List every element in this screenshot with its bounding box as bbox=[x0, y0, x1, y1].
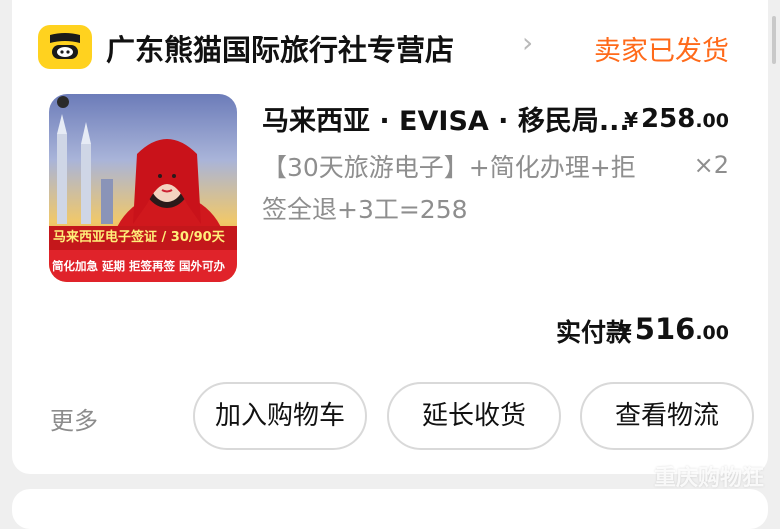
add-to-cart-button[interactable]: 加入购物车 bbox=[193, 382, 367, 450]
chevron-right-icon[interactable]: › bbox=[522, 26, 533, 59]
view-logistics-button[interactable]: 查看物流 bbox=[580, 382, 754, 450]
more-button[interactable]: 更多 bbox=[50, 401, 98, 436]
total-decimal: .00 bbox=[695, 322, 729, 344]
shop-name[interactable]: 广东熊猫国际旅行社专营店 bbox=[106, 27, 454, 69]
unit-price: ¥258.00 bbox=[624, 104, 729, 134]
total-currency: ¥ bbox=[617, 320, 632, 344]
order-status: 卖家已发货 bbox=[594, 36, 729, 67]
quantity: ×2 bbox=[693, 151, 729, 179]
total-integer: 516 bbox=[634, 312, 696, 346]
scrollbar[interactable] bbox=[772, 16, 776, 64]
watermark: 重庆购物狂 bbox=[653, 466, 764, 491]
product-sku: 【30天旅游电子】+简化办理+拒签全退+3工=258 bbox=[262, 153, 636, 224]
fliggy-pig-logo-icon[interactable] bbox=[38, 25, 92, 69]
thumbnail-banner-title: 马来西亚电子签证 / 30/90天 bbox=[49, 226, 237, 250]
next-order-card[interactable] bbox=[12, 489, 768, 529]
product-thumbnail[interactable]: 马来西亚电子签证 / 30/90天 简化加急 延期 拒签再签 国外可办 bbox=[49, 94, 237, 282]
order-card[interactable]: 广东熊猫国际旅行社专营店 › 卖家已发货 马来西亚电子签证 / 30/90天 简… bbox=[12, 0, 768, 474]
total-amount: ¥516.00 bbox=[618, 312, 729, 346]
thumbnail-banner-features: 简化加急 延期 拒签再签 国外可办 bbox=[49, 250, 237, 282]
extend-receipt-button[interactable]: 延长收货 bbox=[387, 382, 561, 450]
unit-price-currency: ¥ bbox=[624, 108, 639, 132]
unit-price-decimal: .00 bbox=[695, 110, 729, 132]
product-title[interactable]: 马来西亚 · EVISA · 移民局... bbox=[262, 99, 628, 138]
unit-price-integer: 258 bbox=[641, 104, 696, 134]
